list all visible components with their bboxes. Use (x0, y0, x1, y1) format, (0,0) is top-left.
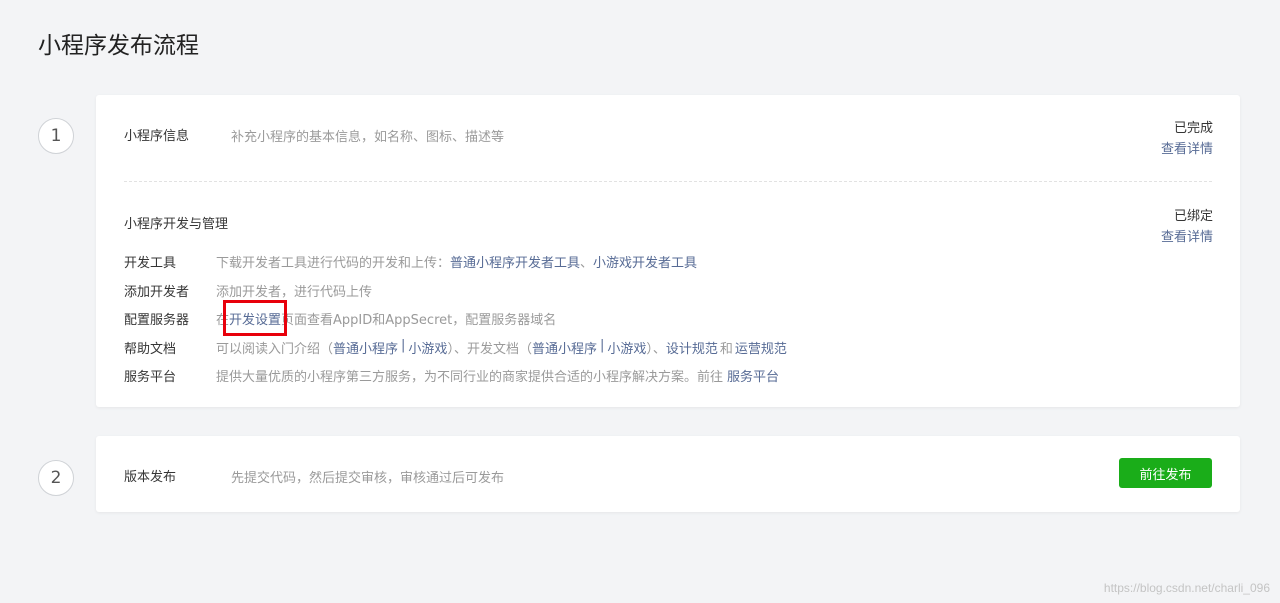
server-config-label: 配置服务器 (124, 313, 190, 328)
dev-status-text: 已绑定 (1173, 209, 1213, 224)
dev-view-details-link[interactable]: 查看详情 (1161, 227, 1213, 248)
watermark: https://blog.csdn.net/charli_096 (1103, 581, 1270, 595)
docs-bar-separator: | (599, 338, 605, 353)
help-docs-text-1: 可以阅读入门介绍（ (216, 342, 334, 357)
dev-tools-text: 下载开发者工具进行代码的开发和上传： (216, 256, 451, 271)
service-platform-row: 服务平台 提供大量优质的小程序第三方服务，为不同行业的商家提供合适的小程序解决方… (124, 366, 779, 385)
dev-status-block: 已绑定 查看详情 (1161, 206, 1213, 248)
release-card: 版本发布 先提交代码，然后提交审核，审核通过后可发布 前往发布 (96, 436, 1240, 512)
info-status-text: 已完成 (1173, 121, 1213, 136)
operation-guidelines-link[interactable]: 运营规范 (735, 338, 787, 357)
server-config-row: 配置服务器 在 开发设置 页面查看AppID和AppSecret，配置服务器域名 (124, 300, 557, 336)
release-section-desc: 先提交代码，然后提交审核，审核通过后可发布 (231, 471, 505, 486)
section-divider (124, 181, 1212, 182)
service-platform-text: 提供大量优质的小程序第三方服务，为不同行业的商家提供合适的小程序解决方案。前往 (216, 370, 724, 385)
dev-section-title: 小程序开发与管理 (124, 217, 229, 232)
add-developer-row: 添加开发者 添加开发者，进行代码上传 (124, 281, 372, 300)
help-docs-text-3: ）、 (646, 342, 666, 357)
server-config-pre: 在 (216, 313, 230, 328)
release-section-title: 版本发布 (124, 470, 177, 485)
info-view-details-link[interactable]: 查看详情 (1161, 139, 1213, 160)
setup-card: 小程序信息 补充小程序的基本信息，如名称、图标、描述等 已完成 查看详情 小程序… (96, 95, 1240, 407)
info-status-block: 已完成 查看详情 (1161, 118, 1213, 160)
intro-bar-separator: | (401, 338, 406, 353)
info-section-desc: 补充小程序的基本信息，如名称、图标、描述等 (231, 130, 505, 145)
dev-tools-label: 开发工具 (124, 256, 177, 271)
mini-program-devtools-link[interactable]: 普通小程序开发者工具 (450, 252, 580, 271)
server-config-post: 页面查看AppID和AppSecret，配置服务器域名 (281, 313, 557, 328)
go-publish-button[interactable]: 前往发布 (1119, 458, 1212, 488)
help-docs-text-2: ）、开发文档（ (447, 342, 532, 357)
add-developer-label: 添加开发者 (124, 285, 190, 300)
help-docs-text-4: 和 (719, 342, 733, 357)
step-number-2: 2 (38, 460, 74, 496)
help-docs-label: 帮助文档 (124, 342, 177, 357)
docs-mini-game-link[interactable]: 小游戏 (607, 338, 646, 357)
dev-settings-link[interactable]: 开发设置 (229, 313, 281, 328)
intro-mini-program-link[interactable]: 普通小程序 (333, 338, 398, 357)
info-section-title: 小程序信息 (124, 129, 190, 144)
service-platform-link[interactable]: 服务平台 (723, 366, 779, 385)
service-platform-label: 服务平台 (124, 370, 177, 385)
help-docs-row: 帮助文档 可以阅读入门介绍（ 普通小程序 | 小游戏 ）、开发文档（ 普通小程序… (124, 338, 787, 357)
dev-settings-highlight: 开发设置 (223, 300, 288, 336)
mini-game-devtools-link[interactable]: 小游戏开发者工具 (593, 252, 697, 271)
intro-mini-game-link[interactable]: 小游戏 (408, 338, 447, 357)
dev-tools-row: 开发工具 下载开发者工具进行代码的开发和上传： 普通小程序开发者工具 、 小游戏… (124, 252, 697, 271)
docs-mini-program-link[interactable]: 普通小程序 (532, 338, 597, 357)
dev-tools-separator: 、 (580, 256, 594, 271)
step-number-1: 1 (38, 118, 74, 154)
design-guidelines-link[interactable]: 设计规范 (666, 338, 718, 357)
add-developer-text: 添加开发者，进行代码上传 (216, 285, 373, 300)
page-title: 小程序发布流程 (38, 33, 199, 59)
